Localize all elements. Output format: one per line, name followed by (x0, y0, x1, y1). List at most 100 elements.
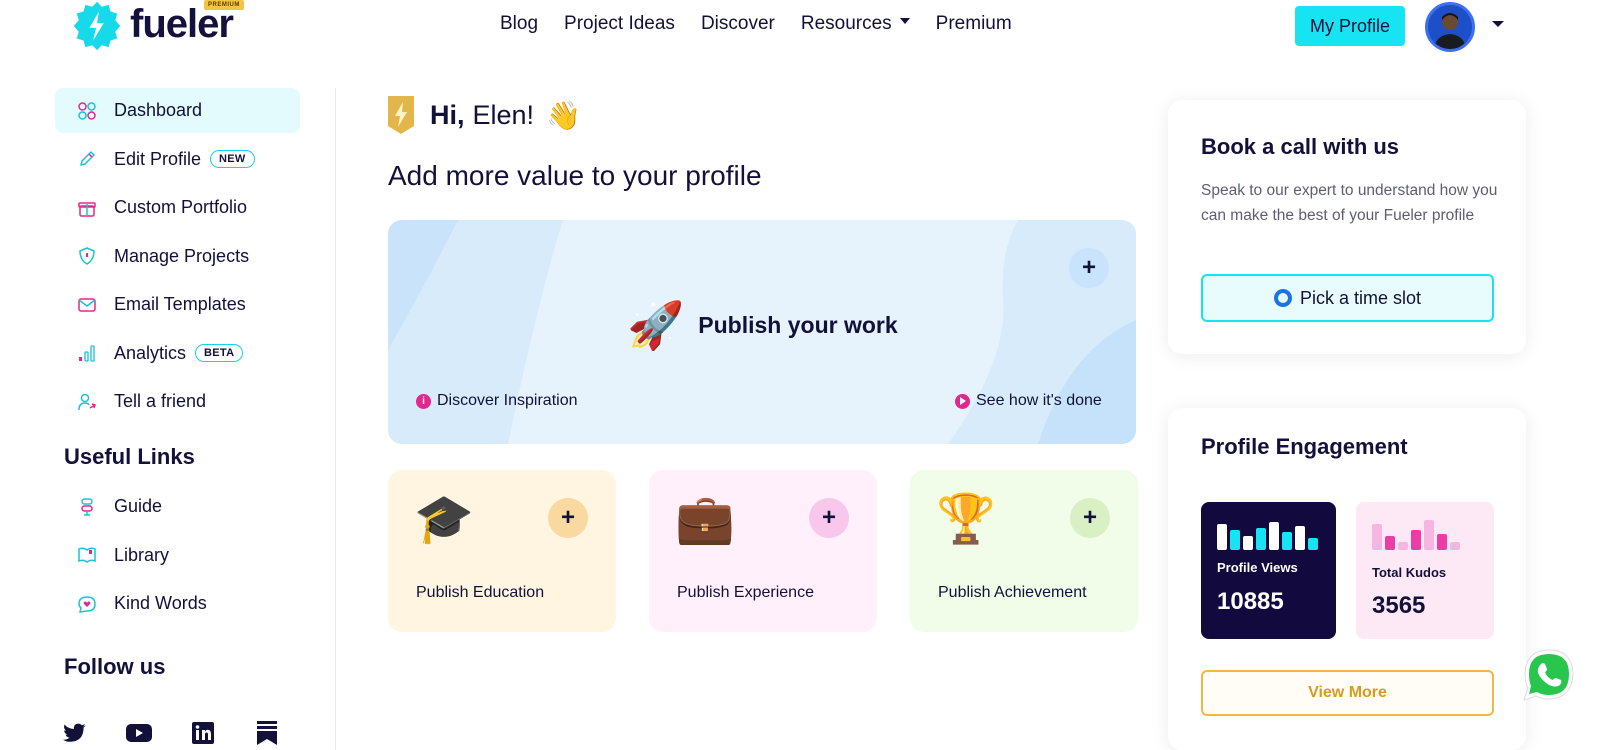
sidebar-item-manage-projects[interactable]: Manage Projects (55, 234, 300, 279)
trophy-icon: 🏆 (936, 493, 996, 546)
useful-links-heading: Useful Links (64, 444, 195, 469)
chevron-down-icon (899, 17, 910, 24)
publish-experience-label: Publish Experience (677, 584, 814, 601)
avatar-person-icon (1428, 5, 1472, 49)
sidebar-item-edit-profile[interactable]: Edit Profile NEW (55, 137, 300, 182)
book-call-panel: Book a call with us Speak to our expert … (1168, 100, 1526, 354)
publish-education-card[interactable]: 🎓 + Publish Education (388, 470, 616, 632)
profile-menu-chevron-icon[interactable] (1492, 21, 1504, 27)
info-icon: i (416, 393, 431, 409)
avatar[interactable] (1425, 2, 1475, 52)
sidebar-item-kind-words[interactable]: Kind Words (55, 581, 300, 626)
twitter-icon[interactable] (62, 720, 88, 746)
add-achievement-button[interactable]: + (1070, 498, 1110, 538)
profile-views-label: Profile Views (1217, 560, 1298, 575)
sidebar-item-label: Email Templates (114, 294, 246, 314)
profile-views-value: 10885 (1217, 588, 1284, 615)
sidebar-item-custom-portfolio[interactable]: Custom Portfolio (55, 185, 300, 230)
fueler-logo[interactable]: fueler PREMIUM (70, 0, 244, 51)
graduation-cap-icon: 🎓 (414, 493, 474, 546)
sidebar-divider (335, 88, 336, 750)
youtube-icon[interactable] (126, 720, 152, 746)
sidebar-item-dashboard[interactable]: Dashboard (55, 88, 300, 133)
total-kudos-card: Total Kudos 3565 (1356, 502, 1494, 639)
beta-badge: BETA (195, 344, 244, 362)
sidebar-item-analytics[interactable]: Analytics BETA (55, 331, 300, 376)
lightning-badge-icon (388, 96, 414, 134)
book-icon (77, 545, 97, 565)
shield-icon (77, 246, 97, 266)
waving-hand-icon: 👋 (546, 99, 581, 131)
publish-experience-card[interactable]: 💼 + Publish Experience (649, 470, 877, 632)
publish-achievement-card[interactable]: 🏆 + Publish Achievement (910, 470, 1138, 632)
bar-chart-icon (77, 343, 97, 363)
grid-icon (77, 101, 97, 121)
sidebar: Dashboard Edit Profile NEW Custom Portfo… (55, 88, 330, 694)
views-bar-chart-icon (1217, 516, 1318, 550)
sidebar-item-email-templates[interactable]: Email Templates (55, 282, 300, 327)
sidebar-item-label: Tell a friend (114, 391, 207, 411)
sidebar-item-library[interactable]: Library (55, 533, 300, 578)
chat-heart-icon (77, 594, 97, 614)
book-call-description: Speak to our expert to understand how yo… (1201, 182, 1498, 224)
gift-icon (77, 198, 97, 218)
add-work-button[interactable]: + (1069, 248, 1109, 288)
publish-achievement-label: Publish Achievement (938, 584, 1087, 601)
nav-blog[interactable]: Blog (500, 13, 538, 35)
publish-education-label: Publish Education (416, 584, 545, 601)
sidebar-item-label: Library (114, 544, 170, 565)
greeting-name: Elen! (472, 99, 535, 130)
follow-us-heading: Follow us (64, 654, 166, 679)
premium-badge: PREMIUM (204, 0, 244, 10)
sidebar-item-label: Manage Projects (114, 245, 250, 266)
mail-icon (77, 295, 97, 315)
sidebar-item-label: Dashboard (114, 100, 203, 120)
kudos-bar-chart-icon (1372, 516, 1460, 550)
publish-work-title: Publish your work (698, 312, 898, 338)
logo-bolt-icon (73, 1, 121, 51)
nav-project-ideas[interactable]: Project Ideas (564, 13, 675, 35)
bookmark-icon[interactable] (254, 720, 280, 746)
see-how-label: See how it's done (976, 392, 1102, 409)
view-more-button[interactable]: View More (1201, 670, 1494, 716)
total-kudos-label: Total Kudos (1372, 565, 1447, 580)
section-title: Add more value to your profile (388, 160, 762, 191)
nav-discover[interactable]: Discover (701, 13, 775, 35)
calendly-icon (1273, 289, 1292, 307)
linkedin-icon[interactable] (190, 720, 216, 746)
sidebar-item-label: Analytics (114, 342, 187, 363)
add-experience-button[interactable]: + (809, 498, 849, 538)
play-icon (955, 393, 970, 409)
sidebar-item-label: Edit Profile (114, 148, 202, 169)
sidebar-item-label: Guide (114, 496, 163, 516)
whatsapp-icon[interactable] (1521, 647, 1577, 703)
sidebar-item-guide[interactable]: Guide (55, 484, 300, 529)
publish-work-center: 🚀 Publish your work (627, 298, 898, 353)
my-profile-button[interactable]: My Profile (1295, 6, 1405, 46)
social-links (62, 720, 280, 746)
nav-resources-label: Resources (800, 13, 892, 34)
discover-inspiration-label: Discover Inspiration (437, 392, 578, 409)
pick-time-slot-button[interactable]: Pick a time slot (1201, 274, 1494, 322)
top-nav: Blog Project Ideas Discover Resources Pr… (500, 13, 1012, 35)
nav-premium[interactable]: Premium (936, 13, 1012, 35)
greeting-hi: Hi, (430, 99, 465, 130)
sidebar-item-tell-a-friend[interactable]: Tell a friend (55, 379, 300, 424)
greeting: Hi, Elen! 👋 (388, 96, 581, 134)
profile-engagement-title: Profile Engagement (1201, 434, 1408, 459)
add-education-button[interactable]: + (548, 498, 588, 538)
discover-inspiration-link[interactable]: i Discover Inspiration (416, 392, 578, 410)
see-how-link[interactable]: See how it's done (955, 392, 1102, 410)
book-call-title: Book a call with us (1201, 134, 1400, 159)
pencil-icon (77, 149, 97, 169)
user-share-icon (77, 392, 97, 412)
rocket-icon: 🚀 (627, 299, 685, 351)
profile-engagement-panel: Profile Engagement Profile Views 10885 T… (1168, 408, 1526, 750)
briefcase-icon: 💼 (675, 493, 735, 546)
pick-time-slot-label: Pick a time slot (1299, 287, 1422, 308)
sidebar-item-label: Custom Portfolio (114, 197, 248, 217)
nav-resources[interactable]: Resources (801, 13, 910, 35)
sidebar-item-label: Kind Words (114, 593, 207, 613)
total-kudos-value: 3565 (1372, 592, 1426, 619)
new-badge: NEW (210, 150, 255, 168)
